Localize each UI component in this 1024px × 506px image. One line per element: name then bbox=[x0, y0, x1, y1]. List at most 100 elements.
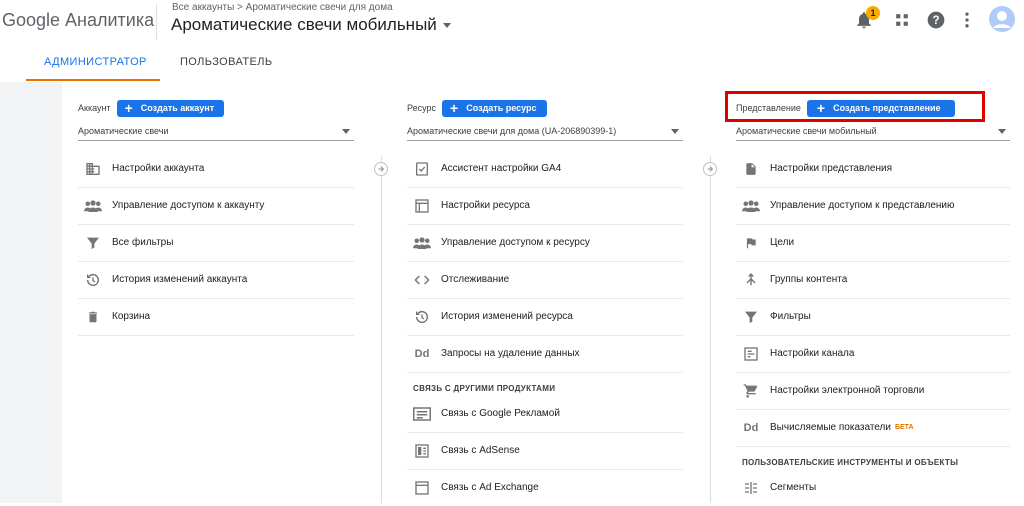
sidebar-item-view-settings[interactable]: Настройки представления bbox=[736, 150, 1010, 188]
sidebar-item-account-access[interactable]: Управление доступом к аккаунту bbox=[78, 187, 354, 225]
list-item-label: Управление доступом к аккаунту bbox=[112, 200, 265, 211]
sidebar-item-ga4-assistant[interactable]: Ассистент настройки GA4 bbox=[407, 150, 683, 188]
list-item-label: Сегменты bbox=[770, 482, 817, 493]
list-item-label: Управление доступом к ресурсу bbox=[441, 237, 590, 248]
sidebar-item-view-filters[interactable]: Фильтры bbox=[736, 298, 1010, 336]
property-header: Ресурс + Создать ресурс bbox=[407, 98, 547, 118]
breadcrumb[interactable]: Все аккаунты > Ароматические свечи для д… bbox=[172, 2, 393, 13]
account-selected: Ароматические свечи bbox=[78, 126, 169, 136]
list-item-label: Цели bbox=[770, 237, 795, 248]
sidebar-item-data-deletion[interactable]: Dd Запросы на удаление данных bbox=[407, 335, 683, 373]
sidebar-item-all-filters[interactable]: Все фильтры bbox=[78, 224, 354, 262]
create-property-label: Создать ресурс bbox=[466, 103, 537, 113]
list-item-label: Настройки канала bbox=[770, 348, 855, 359]
list-item-label: Связь с AdSense bbox=[441, 445, 520, 456]
list-item-label: Связь с Google Рекламой bbox=[441, 408, 560, 419]
list-item-label: Связь с Ad Exchange bbox=[441, 482, 539, 493]
section-title-custom-tools: ПОЛЬЗОВАТЕЛЬСКИЕ ИНСТРУМЕНТЫ И ОБЪЕКТЫ bbox=[742, 458, 959, 467]
list-item-label: Все фильтры bbox=[112, 237, 174, 248]
admin-tabs: АДМИНИСТРАТОР ПОЛЬЗОВАТЕЛЬ bbox=[0, 44, 1024, 82]
arrow-right-icon bbox=[703, 162, 717, 176]
sidebar-item-calculated-metrics[interactable]: Dd Вычисляемые показатели БЕТА bbox=[736, 409, 1010, 447]
property-select[interactable]: Ароматические свечи для дома (UA-2068903… bbox=[407, 122, 683, 141]
sidebar-item-property-access[interactable]: Управление доступом к ресурсу bbox=[407, 224, 683, 262]
building-icon bbox=[84, 160, 102, 178]
sidebar-item-property-history[interactable]: История изменений ресурса bbox=[407, 298, 683, 336]
sidebar-item-account-history[interactable]: История изменений аккаунта bbox=[78, 261, 354, 299]
create-property-button[interactable]: + Создать ресурс bbox=[442, 99, 547, 117]
view-selected: Ароматические свечи мобильный bbox=[736, 126, 877, 136]
tab-user[interactable]: ПОЛЬЗОВАТЕЛЬ bbox=[180, 56, 272, 68]
dd-icon: Dd bbox=[414, 347, 430, 360]
column-divider bbox=[710, 156, 711, 503]
arrow-right-icon bbox=[374, 162, 388, 176]
filter-icon bbox=[84, 234, 102, 252]
sidebar-item-trash[interactable]: Корзина bbox=[78, 298, 354, 336]
list-item-label: История изменений аккаунта bbox=[112, 274, 248, 285]
people-icon bbox=[84, 197, 102, 215]
plus-icon: + bbox=[124, 99, 133, 116]
segments-icon bbox=[742, 479, 760, 497]
create-account-button[interactable]: + Создать аккаунт bbox=[116, 99, 225, 117]
list-item-label: Корзина bbox=[112, 311, 151, 322]
sidebar-item-property-settings[interactable]: Настройки ресурса bbox=[407, 187, 683, 225]
flag-icon bbox=[742, 234, 760, 252]
sidebar-item-content-groups[interactable]: Группы контента bbox=[736, 261, 1010, 299]
list-item-label: Вычисляемые показатели bbox=[770, 422, 891, 433]
history-icon bbox=[413, 308, 431, 326]
header-divider bbox=[156, 4, 157, 40]
admin-panel: Аккаунт + Создать аккаунт Ароматические с… bbox=[62, 82, 1024, 503]
adexchange-icon bbox=[413, 479, 431, 497]
sidebar-item-channel-settings[interactable]: Настройки канала bbox=[736, 335, 1010, 373]
content-groups-icon bbox=[742, 271, 760, 289]
sidebar-item-view-access[interactable]: Управление доступом к представлению bbox=[736, 187, 1010, 225]
account-header: Аккаунт + Создать аккаунт bbox=[78, 98, 225, 118]
list-item-label: Настройки ресурса bbox=[441, 200, 530, 211]
property-title: Ароматические свечи мобильный bbox=[171, 15, 437, 34]
list-item-label: Отслеживание bbox=[441, 274, 510, 285]
help-icon[interactable]: ? bbox=[926, 10, 946, 30]
chevron-down-icon bbox=[442, 23, 451, 29]
view-select[interactable]: Ароматические свечи мобильный bbox=[736, 122, 1010, 141]
sidebar-item-goals[interactable]: Цели bbox=[736, 224, 1010, 262]
notifications-badge: 1 bbox=[866, 6, 880, 20]
checklist-icon bbox=[413, 160, 431, 178]
beta-badge: БЕТА bbox=[894, 424, 914, 431]
highlight-annotation bbox=[725, 91, 985, 122]
list-item-label: Настройки аккаунта bbox=[112, 163, 205, 174]
adsense-icon bbox=[413, 442, 431, 460]
list-item-label: Настройки электронной торговли bbox=[770, 385, 925, 396]
apps-grid-icon[interactable] bbox=[892, 10, 912, 30]
property-selected: Ароматические свечи для дома (UA-2068903… bbox=[407, 126, 617, 136]
list-item-label: Управление доступом к представлению bbox=[770, 200, 955, 211]
dropdown-arrow-icon bbox=[342, 129, 350, 134]
column-divider bbox=[381, 156, 382, 503]
avatar[interactable] bbox=[989, 6, 1015, 32]
cart-icon bbox=[742, 382, 760, 400]
list-item-label: Ассистент настройки GA4 bbox=[441, 163, 562, 174]
create-account-label: Создать аккаунт bbox=[140, 103, 215, 113]
tab-admin[interactable]: АДМИНИСТРАТОР bbox=[44, 56, 147, 68]
ads-icon bbox=[413, 405, 431, 423]
sidebar-item-ecommerce-settings[interactable]: Настройки электронной торговли bbox=[736, 372, 1010, 410]
property-label: Ресурс bbox=[407, 103, 437, 113]
window-icon bbox=[413, 197, 431, 215]
more-vert-icon[interactable] bbox=[957, 10, 977, 30]
people-icon bbox=[742, 197, 760, 215]
people-icon bbox=[413, 234, 431, 252]
dropdown-arrow-icon bbox=[998, 129, 1006, 134]
sidebar-item-account-settings[interactable]: Настройки аккаунта bbox=[78, 150, 354, 188]
app-logo[interactable]: Google Аналитика bbox=[2, 10, 154, 31]
document-icon bbox=[742, 160, 760, 178]
account-select[interactable]: Ароматические свечи bbox=[78, 122, 354, 141]
active-tab-indicator bbox=[26, 79, 160, 81]
dropdown-arrow-icon bbox=[671, 129, 679, 134]
filter-icon bbox=[742, 308, 760, 326]
sidebar-item-segments[interactable]: Сегменты bbox=[736, 469, 1010, 506]
top-app-bar: Google Аналитика Все аккаунты > Ароматич… bbox=[0, 0, 1024, 45]
sidebar-item-adexchange-link[interactable]: Связь с Ad Exchange bbox=[407, 469, 683, 506]
property-selector[interactable]: Ароматические свечи мобильный bbox=[171, 15, 451, 35]
sidebar-item-tracking[interactable]: Отслеживание bbox=[407, 261, 683, 299]
sidebar-item-google-ads-link[interactable]: Связь с Google Рекламой bbox=[407, 395, 683, 433]
sidebar-item-adsense-link[interactable]: Связь с AdSense bbox=[407, 432, 683, 470]
